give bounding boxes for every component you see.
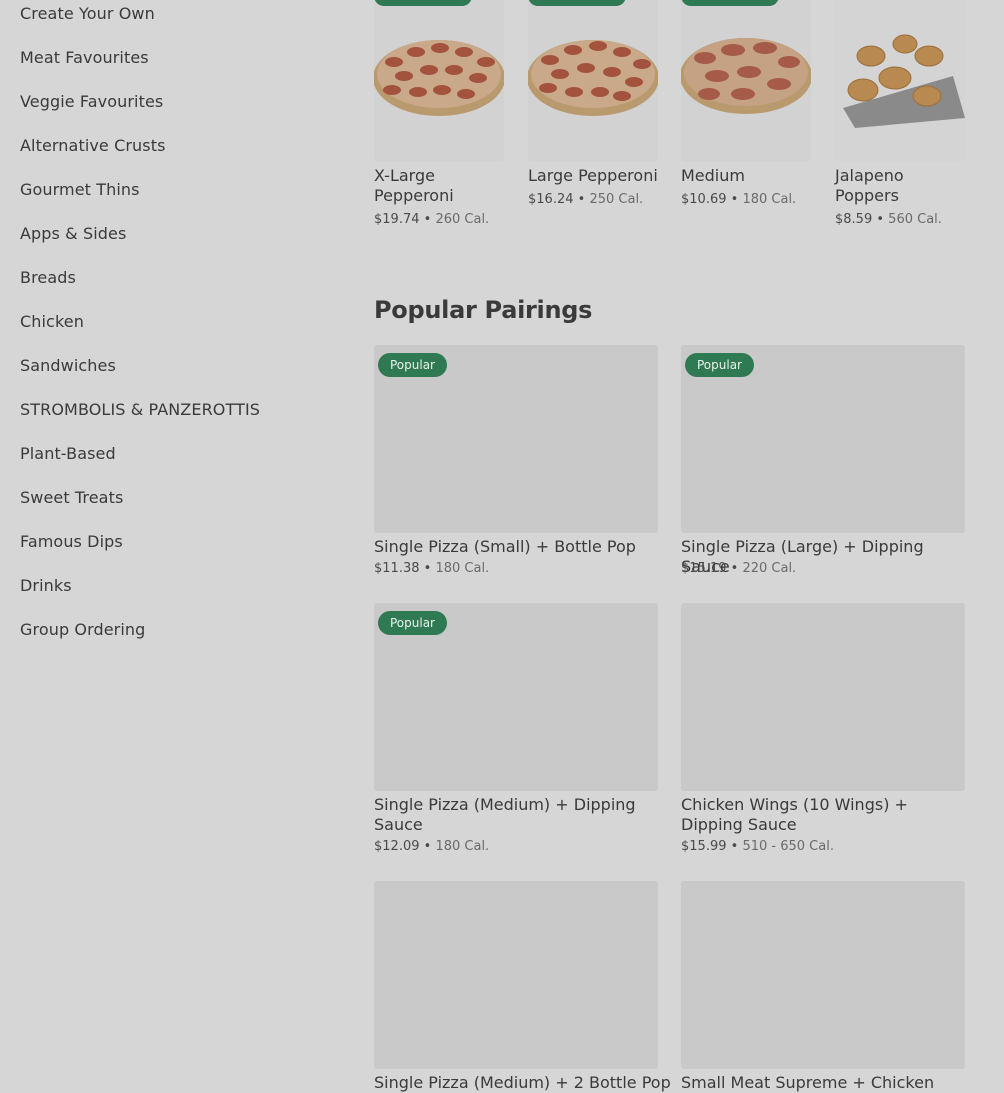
product-meta: $19.74 • 260 Cal. [374, 212, 489, 227]
separator-dot: • [730, 561, 739, 576]
product-image-placeholder [681, 881, 965, 1069]
sidebar-item-drinks[interactable]: Drinks [20, 576, 72, 595]
pairing-calories: 180 Cal. [435, 561, 490, 576]
badge [374, 0, 472, 6]
sidebar-item-sandwiches[interactable]: Sandwiches [20, 356, 116, 375]
sidebar-item-veggie-favourites[interactable]: Veggie Favourites [20, 92, 163, 111]
product-title: Large Pepperoni [528, 166, 658, 185]
sidebar-item-apps-sides[interactable]: Apps & Sides [20, 224, 126, 243]
sidebar-item-meat-favourites[interactable]: Meat Favourites [20, 48, 149, 67]
section-title-popular-pairings: Popular Pairings [374, 296, 593, 324]
sidebar-item-group-ordering[interactable]: Group Ordering [20, 620, 145, 639]
product-price: $19.74 [374, 212, 420, 227]
pairing-meta: $15.19 • 220 Cal. [681, 561, 796, 576]
product-title: Jalapeno Poppers [835, 166, 904, 205]
product-calories: 250 Cal. [589, 192, 644, 207]
product-calories: 560 Cal. [888, 212, 942, 227]
separator-dot: • [876, 212, 885, 227]
pairing-calories: 220 Cal. [742, 561, 797, 576]
pairing-price: $15.99 [681, 839, 727, 854]
pairing-price: $15.19 [681, 561, 727, 576]
pairing-title: Chicken Wings (10 Wings) + Dipping Sauce [681, 795, 908, 834]
pairing-calories: 510 - 650 Cal. [742, 839, 834, 854]
sidebar-item-plant-based[interactable]: Plant-Based [20, 444, 116, 463]
pairing-title: Single Pizza (Medium) + Dipping Sauce [374, 795, 636, 834]
badge [681, 0, 779, 6]
product-title: X-Large Pepperoni [374, 166, 454, 205]
sidebar-item-chicken[interactable]: Chicken [20, 312, 84, 331]
pairing-price: $12.09 [374, 839, 420, 854]
badge [528, 0, 626, 6]
popular-badge: Popular [378, 611, 447, 635]
product-meta: $16.24 • 250 Cal. [528, 192, 643, 207]
separator-dot: • [730, 839, 739, 854]
pairing-title: Small Meat Supreme + Chicken [681, 1073, 935, 1092]
pairing-calories: 180 Cal. [435, 839, 490, 854]
pairing-meta: $12.09 • 180 Cal. [374, 839, 489, 854]
separator-dot: • [577, 192, 586, 207]
separator-dot: • [423, 839, 432, 854]
meat-pizza-image [681, 0, 811, 162]
pepperoni-pizza-image [528, 0, 658, 162]
pepperoni-pizza-image [374, 0, 504, 162]
pairing-title: Single Pizza (Medium) + 2 Bottle Pop [374, 1073, 671, 1092]
product-price: $10.69 [681, 192, 727, 207]
sidebar-item-alternative-crusts[interactable]: Alternative Crusts [20, 136, 166, 155]
popular-badge: Popular [378, 353, 447, 377]
product-calories: 260 Cal. [435, 212, 490, 227]
product-image-placeholder [374, 881, 658, 1069]
pairing-meta: $11.38 • 180 Cal. [374, 561, 489, 576]
product-image-placeholder [681, 603, 965, 791]
separator-dot: • [730, 192, 739, 207]
pairing-title: Single Pizza (Small) + Bottle Pop [374, 537, 636, 556]
sidebar-item-famous-dips[interactable]: Famous Dips [20, 532, 123, 551]
separator-dot: • [423, 212, 432, 227]
product-price: $8.59 [835, 212, 873, 227]
pairing-meta: $15.99 • 510 - 650 Cal. [681, 839, 834, 854]
sidebar-item-create-your-own[interactable]: Create Your Own [20, 4, 155, 23]
product-price: $16.24 [528, 192, 574, 207]
jalapeno-poppers-image [835, 0, 965, 162]
product-meta: $10.69 • 180 Cal. [681, 192, 796, 207]
pairing-price: $11.38 [374, 561, 420, 576]
product-title: Medium [681, 166, 745, 185]
sidebar-item-sweet-treats[interactable]: Sweet Treats [20, 488, 123, 507]
separator-dot: • [423, 561, 432, 576]
product-calories: 180 Cal. [742, 192, 797, 207]
popular-badge: Popular [685, 353, 754, 377]
sidebar-item-breads[interactable]: Breads [20, 268, 76, 287]
sidebar-item-gourmet-thins[interactable]: Gourmet Thins [20, 180, 140, 199]
sidebar-item-strombolis-panzerottis[interactable]: STROMBOLIS & PANZEROTTIS [20, 400, 260, 419]
product-meta: $8.59 • 560 Cal. [835, 212, 942, 227]
